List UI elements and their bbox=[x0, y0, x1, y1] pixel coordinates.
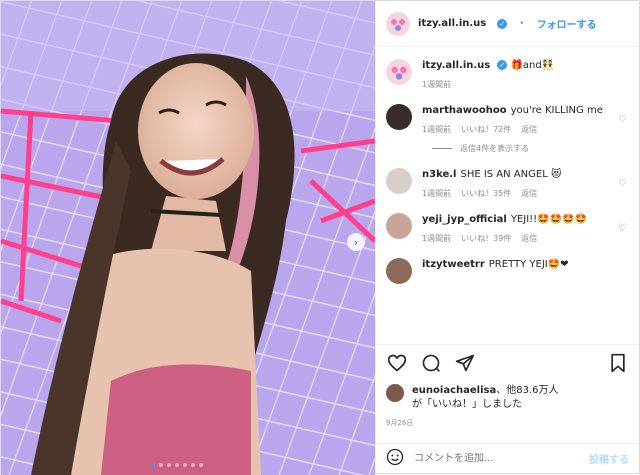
replies-divider bbox=[432, 148, 452, 149]
comment-item: n3ke.l SHE IS AN ANGEL 😻 1週間前 いいね！35件 返信 … bbox=[386, 168, 629, 199]
commenter-avatar[interactable] bbox=[386, 258, 412, 284]
post-header: itzy.all.in.us ✓ • フォローする bbox=[376, 1, 639, 47]
carousel-indicator bbox=[151, 463, 203, 467]
photo-image bbox=[1, 1, 375, 475]
heart-icon[interactable] bbox=[386, 352, 408, 374]
caption-username[interactable]: itzy.all.in.us bbox=[422, 60, 490, 71]
comment-likes[interactable]: いいね！35件 bbox=[461, 188, 511, 199]
post-details-panel: itzy.all.in.us ✓ • フォローする itzy.all.in.us… bbox=[375, 1, 639, 473]
verified-badge-icon: ✓ bbox=[497, 60, 508, 70]
comment-time[interactable]: 1週間前 bbox=[422, 233, 451, 244]
view-replies-label[interactable]: 返信4件を表示する bbox=[460, 143, 529, 154]
comment-item: itzytweetrr PRETTY YEJI🤩❤ bbox=[386, 258, 629, 284]
liker-username[interactable]: eunoiachaelisa bbox=[412, 385, 496, 396]
comments-list[interactable]: itzy.all.in.us ✓ 🎁and👯 1週間前 marthawoohoo y… bbox=[376, 47, 639, 344]
post-actions-bar bbox=[376, 344, 639, 380]
emoji-icon[interactable] bbox=[386, 448, 404, 469]
comment-text: SHE IS AN ANGEL 😻 bbox=[460, 169, 562, 180]
caption-avatar[interactable] bbox=[386, 59, 412, 85]
comment-text: you're KILLING me bbox=[510, 105, 603, 116]
likes-suffix: が「いいね！」しました bbox=[412, 399, 522, 410]
comment-username[interactable]: yeji_jyp_official bbox=[422, 214, 507, 225]
caption-time[interactable]: 1週間前 bbox=[422, 79, 451, 90]
like-comment-heart-icon[interactable]: ♡ bbox=[618, 114, 627, 125]
add-comment-input[interactable] bbox=[414, 453, 579, 464]
share-icon[interactable] bbox=[454, 352, 476, 374]
add-comment-bar: 投稿する bbox=[376, 443, 639, 473]
comment-text: PRETTY YEJI🤩❤ bbox=[488, 259, 569, 270]
comment-item: marthawoohoo you're KILLING me 1週間前 いいね！7… bbox=[386, 104, 629, 135]
likes-summary: eunoiachaelisa、他83.6万人 が「いいね！」しました bbox=[376, 380, 639, 412]
post-comment-button[interactable]: 投稿する bbox=[589, 451, 629, 466]
commenter-avatar[interactable] bbox=[386, 213, 412, 239]
like-comment-heart-icon[interactable]: ♡ bbox=[618, 178, 627, 189]
view-replies[interactable]: 返信4件を表示する bbox=[432, 143, 629, 154]
reply-button[interactable]: 返信 bbox=[521, 233, 537, 244]
header-separator: • bbox=[519, 18, 525, 29]
comment-likes[interactable]: いいね！39件 bbox=[461, 233, 511, 244]
instagram-post: › itzy.all.in.us ✓ • フォローする itzy.all.in.… bbox=[0, 0, 640, 475]
comment-username[interactable]: marthawoohoo bbox=[422, 105, 507, 116]
comment-username[interactable]: itzytweetrr bbox=[422, 259, 485, 270]
post-date[interactable]: 9月26日 bbox=[376, 412, 639, 428]
reply-button[interactable]: 返信 bbox=[521, 188, 537, 199]
comment-time[interactable]: 1週間前 bbox=[422, 188, 451, 199]
commenter-avatar[interactable] bbox=[386, 168, 412, 194]
bookmark-icon[interactable] bbox=[607, 352, 629, 374]
carousel-dot bbox=[183, 463, 187, 467]
reply-button[interactable]: 返信 bbox=[521, 124, 537, 135]
next-image-button[interactable]: › bbox=[347, 233, 365, 251]
comment-text: YEJI!!🤩🤩🤩🤩 bbox=[510, 214, 587, 225]
comment-likes[interactable]: いいね！72件 bbox=[461, 124, 511, 135]
verified-badge-icon: ✓ bbox=[497, 18, 508, 29]
carousel-dot bbox=[175, 463, 179, 467]
carousel-dot bbox=[199, 463, 203, 467]
post-photo[interactable]: › bbox=[1, 1, 375, 475]
comment-icon[interactable] bbox=[420, 352, 442, 374]
comment-username[interactable]: n3ke.l bbox=[422, 169, 456, 180]
comment-item: yeji_jyp_official YEJI!!🤩🤩🤩🤩 1週間前 いいね！39件… bbox=[386, 213, 629, 244]
like-comment-heart-icon[interactable]: ♡ bbox=[618, 223, 627, 234]
commenter-avatar[interactable] bbox=[386, 104, 412, 130]
follow-button[interactable]: フォローする bbox=[537, 16, 597, 31]
carousel-dot bbox=[167, 463, 171, 467]
caption-text: 🎁and👯 bbox=[510, 60, 555, 71]
likes-count[interactable]: 、他83.6万人 bbox=[496, 385, 558, 396]
liker-avatar[interactable] bbox=[386, 384, 404, 402]
carousel-dot bbox=[151, 463, 155, 467]
carousel-dot bbox=[159, 463, 163, 467]
caption: itzy.all.in.us ✓ 🎁and👯 1週間前 bbox=[386, 59, 629, 90]
account-username[interactable]: itzy.all.in.us bbox=[418, 18, 486, 29]
comment-time[interactable]: 1週間前 bbox=[422, 124, 451, 135]
account-avatar[interactable] bbox=[386, 11, 410, 36]
carousel-dot bbox=[191, 463, 195, 467]
